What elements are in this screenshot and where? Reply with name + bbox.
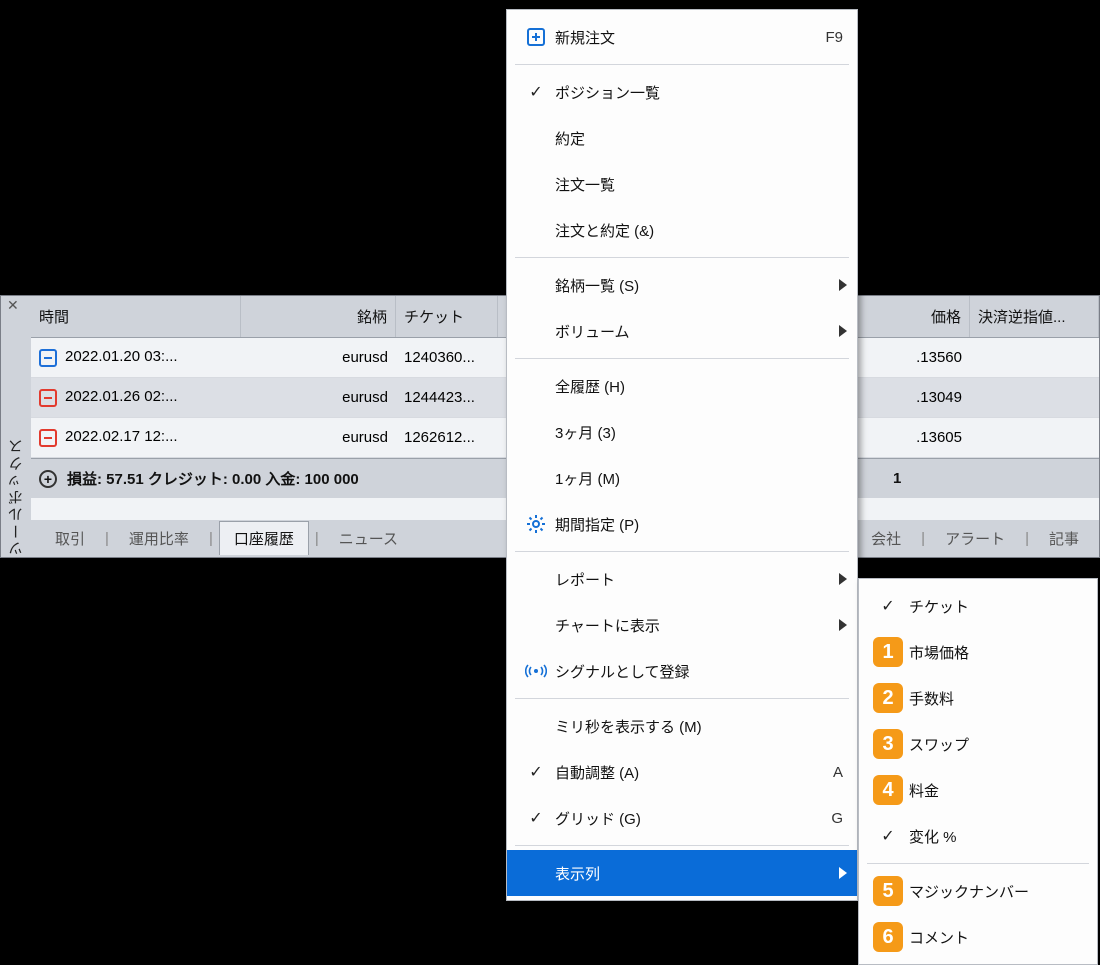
col-symbol[interactable]: 銘柄 <box>241 296 396 337</box>
tab-exposure[interactable]: 運用比率 <box>115 522 203 555</box>
tab-history[interactable]: 口座履歴 <box>219 521 309 555</box>
tab-company[interactable]: 会社 <box>857 522 915 555</box>
menu-orders-fills[interactable]: 注文と約定 (&) <box>507 207 857 253</box>
chevron-right-icon <box>839 325 847 337</box>
summary-left: 損益: 57.51 クレジット: 0.00 入金: 100 000 <box>67 468 359 489</box>
close-icon[interactable]: ✕ <box>7 298 21 312</box>
badge-3: 3 <box>873 729 903 759</box>
menu-show-chart[interactable]: チャートに表示 <box>507 602 857 648</box>
chevron-right-icon <box>839 619 847 631</box>
submenu-magic-number[interactable]: 5マジックナンバー <box>859 868 1097 914</box>
col-time[interactable]: 時間 <box>31 296 241 337</box>
menu-symbols[interactable]: 銘柄一覧 (S) <box>507 262 857 308</box>
col-sl[interactable]: 決済逆指値... <box>970 296 1099 337</box>
submenu-ticket[interactable]: チケット <box>859 583 1097 629</box>
chevron-right-icon <box>839 573 847 585</box>
tab-alert[interactable]: アラート <box>931 522 1019 555</box>
menu-columns[interactable]: 表示列 <box>507 850 857 896</box>
menu-orders[interactable]: 注文一覧 <box>507 161 857 207</box>
chevron-right-icon <box>839 867 847 879</box>
bottom-tabs-right: 会社| アラート| 記事 <box>857 519 1093 557</box>
tab-news[interactable]: ニュース <box>325 522 412 555</box>
tab-article[interactable]: 記事 <box>1035 522 1093 555</box>
submenu-change-pct[interactable]: 変化 % <box>859 813 1097 859</box>
submenu-market-price[interactable]: 1市場価格 <box>859 629 1097 675</box>
menu-1month[interactable]: 1ヶ月 (M) <box>507 455 857 501</box>
menu-show-ms[interactable]: ミリ秒を表示する (M) <box>507 703 857 749</box>
signal-icon <box>517 663 555 679</box>
submenu-comment[interactable]: 6コメント <box>859 914 1097 960</box>
badge-1: 1 <box>873 637 903 667</box>
gear-icon <box>517 514 555 534</box>
badge-4: 4 <box>873 775 903 805</box>
summary-right: 1 <box>893 470 901 487</box>
submenu-fee[interactable]: 4料金 <box>859 767 1097 813</box>
menu-autosize[interactable]: 自動調整 (A)A <box>507 749 857 795</box>
menu-register-signal[interactable]: シグナルとして登録 <box>507 648 857 694</box>
entry-icon <box>39 389 57 407</box>
menu-fills[interactable]: 約定 <box>507 115 857 161</box>
tab-trade[interactable]: 取引 <box>41 522 99 555</box>
menu-report[interactable]: レポート <box>507 556 857 602</box>
menu-grid[interactable]: グリッド (G)G <box>507 795 857 841</box>
col-price[interactable]: 価格 <box>852 296 970 337</box>
check-icon <box>529 808 542 828</box>
badge-5: 5 <box>873 876 903 906</box>
plus-icon: + <box>39 470 57 488</box>
check-icon <box>881 826 894 846</box>
submenu-commission[interactable]: 2手数料 <box>859 675 1097 721</box>
badge-2: 2 <box>873 683 903 713</box>
panel-title-vertical: ツールボックス <box>3 318 29 556</box>
context-menu: 新規注文F9 ポジション一覧 約定 注文一覧 注文と約定 (&) 銘柄一覧 (S… <box>506 9 858 901</box>
columns-submenu: チケット 1市場価格 2手数料 3スワップ 4料金 変化 % 5マジックナンバー… <box>858 578 1098 965</box>
new-order-icon <box>517 27 555 47</box>
bottom-tabs: 取引| 運用比率| 口座履歴| ニュース <box>31 519 412 557</box>
menu-period[interactable]: 期間指定 (P) <box>507 501 857 547</box>
menu-volume[interactable]: ボリューム <box>507 308 857 354</box>
check-icon <box>529 82 542 102</box>
entry-icon <box>39 429 57 447</box>
check-icon <box>881 596 894 616</box>
menu-all-history[interactable]: 全履歴 (H) <box>507 363 857 409</box>
menu-positions[interactable]: ポジション一覧 <box>507 69 857 115</box>
check-icon <box>529 762 542 782</box>
menu-3months[interactable]: 3ヶ月 (3) <box>507 409 857 455</box>
submenu-swap[interactable]: 3スワップ <box>859 721 1097 767</box>
chevron-right-icon <box>839 279 847 291</box>
menu-new-order[interactable]: 新規注文F9 <box>507 14 857 60</box>
entry-icon <box>39 349 57 367</box>
col-ticket[interactable]: チケット <box>396 296 498 337</box>
